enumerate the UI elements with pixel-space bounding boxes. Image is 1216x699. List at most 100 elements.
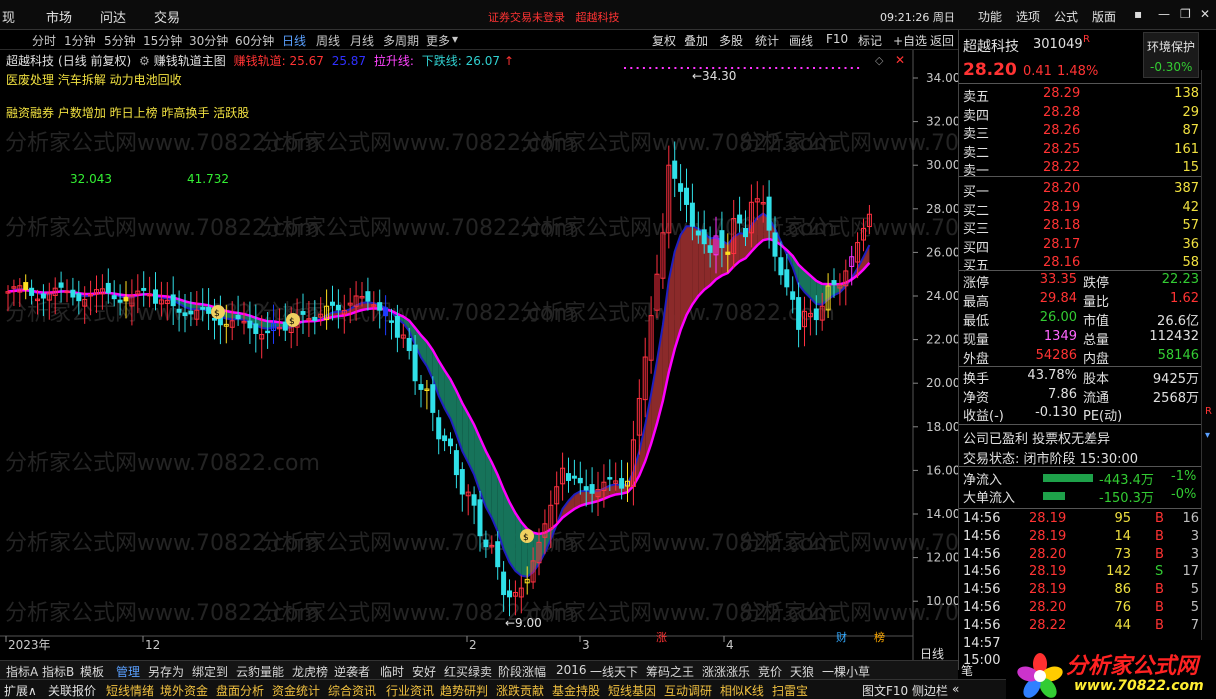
indicator-tab[interactable]: 另存为 <box>148 663 184 680</box>
extension-tab[interactable]: 行业资讯 <box>386 682 434 699</box>
extension-tab[interactable]: 趋势研判 <box>440 682 488 699</box>
close-icon[interactable]: ✕ <box>1200 7 1210 21</box>
indicator-line2: 25.87 <box>331 54 367 68</box>
period-tab-15min[interactable]: 15分钟 <box>143 32 182 49</box>
extension-tab[interactable]: 相似K线 <box>720 682 764 699</box>
period-tab-1min[interactable]: 1分钟 <box>64 32 96 49</box>
tool-back[interactable]: 返回 <box>930 32 954 49</box>
diamond-icon[interactable]: ◇ <box>875 54 883 67</box>
period-tab-5min[interactable]: 5分钟 <box>104 32 136 49</box>
extension-tab[interactable]: « <box>952 682 959 696</box>
menu-item-xian[interactable]: 现 <box>2 7 15 26</box>
login-alert[interactable]: 证券交易未登录 超越科技 <box>488 9 620 25</box>
extension-tab[interactable]: 扩展∧ <box>4 682 37 699</box>
indicator-tab[interactable]: 龙虎榜 <box>292 663 328 680</box>
tool-draw-line[interactable]: 画线 <box>789 32 813 49</box>
menu-item-market[interactable]: 市场 <box>46 7 72 26</box>
ask-row[interactable]: 卖三 28.26 87 <box>959 123 1201 142</box>
tool-adjust[interactable]: 复权 <box>652 32 676 49</box>
bid-row[interactable]: 买三 28.18 57 <box>959 218 1201 237</box>
extension-tab[interactable]: 侧边栏 <box>912 682 948 699</box>
signal-dot <box>687 67 689 69</box>
tool-mark[interactable]: 标记 <box>858 32 882 49</box>
menu-item-wenda[interactable]: 问达 <box>100 7 126 26</box>
window-menu-icon[interactable]: ▪ <box>1134 7 1142 21</box>
indicator-tab[interactable]: 一线天下 <box>590 663 638 680</box>
bid-row[interactable]: 买四 28.17 36 <box>959 237 1201 256</box>
indicator-tab[interactable]: 筹码之王 <box>646 663 694 680</box>
extension-tab[interactable]: 扫雷宝 <box>772 682 808 699</box>
quote-tag: R <box>1083 34 1090 45</box>
stat-value: 29.84 <box>1039 291 1077 306</box>
indicator-name[interactable]: 赚钱轨道主图 <box>154 54 226 68</box>
more-dropdown-icon[interactable]: ▾ <box>452 32 458 46</box>
extension-tab[interactable]: 盘面分析 <box>216 682 264 699</box>
indicator-tab[interactable]: 安好 <box>412 663 436 680</box>
restore-icon[interactable]: ❐ <box>1180 7 1191 21</box>
signal-dot <box>850 67 853 69</box>
extension-tab[interactable]: 互动调研 <box>664 682 712 699</box>
period-tab-more[interactable]: 更多 <box>426 32 450 49</box>
tool-f10[interactable]: F10 <box>826 32 848 46</box>
extension-tab[interactable]: 图文F10 <box>862 682 908 699</box>
candle-body <box>831 280 837 285</box>
indicator-tab[interactable]: 天狼 <box>790 663 814 680</box>
period-tab-60min[interactable]: 60分钟 <box>235 32 274 49</box>
side-strip[interactable]: R ▾ <box>1201 70 1216 670</box>
candlestick-chart[interactable]: 分析家公式网www.70822.com分析家公式网www.70822.com分析… <box>0 50 958 660</box>
period-tab-30min[interactable]: 30分钟 <box>189 32 228 49</box>
extension-tab[interactable]: 综合资讯 <box>328 682 376 699</box>
indicator-tab[interactable]: 一棵小草 <box>822 663 870 680</box>
indicator-tab[interactable]: 绑定到 <box>192 663 228 680</box>
ask-row[interactable]: 卖二 28.25 161 <box>959 142 1201 161</box>
indicator-tab[interactable]: 模板 <box>80 663 104 680</box>
candle-body <box>418 384 424 390</box>
bid-row[interactable]: 买二 28.19 42 <box>959 200 1201 219</box>
signal-dot <box>825 67 828 69</box>
extension-tab[interactable]: 涨跌贡献 <box>496 682 544 699</box>
pen-tab[interactable]: 笔 <box>961 662 973 679</box>
period-tab-weekly[interactable]: 周线 <box>316 32 340 49</box>
extension-tab[interactable]: 基金持股 <box>552 682 600 699</box>
indicator-tab[interactable]: 指标A <box>6 663 38 680</box>
tool-statistics[interactable]: 统计 <box>755 32 779 49</box>
indicator-tab[interactable]: 云豹量能 <box>236 663 284 680</box>
extension-tab[interactable]: 关联报价 <box>48 682 96 699</box>
bid-row[interactable]: 买一 28.20 387 <box>959 181 1201 200</box>
extension-tab[interactable]: 短线情绪 <box>106 682 154 699</box>
indicator-tab[interactable]: 涨涨涨乐 <box>702 663 750 680</box>
indicator-gear-icon[interactable]: ⚙ <box>139 54 150 68</box>
sector-box[interactable]: 环境保护 -0.30% <box>1143 32 1199 78</box>
order-label: 买一 <box>963 185 990 200</box>
period-tab-fenshi[interactable]: 分时 <box>32 32 56 49</box>
extension-tab[interactable]: 境外资金 <box>160 682 208 699</box>
tool-overlay[interactable]: 叠加 <box>684 32 708 49</box>
tool-multi-stock[interactable]: 多股 <box>719 32 743 49</box>
indicator-tab[interactable]: 红买绿卖 <box>444 663 492 680</box>
close-indicator-icon[interactable]: ✕ <box>895 53 905 67</box>
indicator-tab[interactable]: 阶段涨幅 <box>498 663 546 680</box>
menu-item-formula[interactable]: 公式 <box>1054 8 1078 25</box>
indicator-tab[interactable]: 2016 <box>556 663 587 677</box>
indicator-tab[interactable]: 逆袭者 <box>334 663 370 680</box>
menu-item-trade[interactable]: 交易 <box>154 7 180 26</box>
extension-tab[interactable]: 短线基因 <box>608 682 656 699</box>
menu-item-function[interactable]: 功能 <box>978 8 1002 25</box>
ask-row[interactable]: 卖四 28.28 29 <box>959 105 1201 124</box>
menu-item-layout[interactable]: 版面 <box>1092 8 1116 25</box>
extension-tab[interactable]: 资金统计 <box>272 682 320 699</box>
tool-add-watchlist[interactable]: +自选 <box>893 32 927 49</box>
indicator-tab[interactable]: 竞价 <box>758 663 782 680</box>
indicator-tab[interactable]: 临时 <box>380 663 404 680</box>
minimize-icon[interactable]: — <box>1158 7 1170 21</box>
indicator-tab[interactable]: 指标B <box>42 663 74 680</box>
period-tab-multi[interactable]: 多周期 <box>383 32 419 49</box>
signal-dot <box>655 67 658 69</box>
period-tab-monthly[interactable]: 月线 <box>350 32 374 49</box>
menu-item-options[interactable]: 选项 <box>1016 8 1040 25</box>
side-strip-arrow-icon[interactable]: ▾ <box>1205 430 1210 441</box>
period-tab-daily[interactable]: 日线 <box>282 32 306 49</box>
indicator-tab[interactable]: 管理 <box>116 663 140 680</box>
ask-row[interactable]: 卖五 28.29 138 <box>959 86 1201 105</box>
tick-count: 5 <box>1190 582 1199 598</box>
